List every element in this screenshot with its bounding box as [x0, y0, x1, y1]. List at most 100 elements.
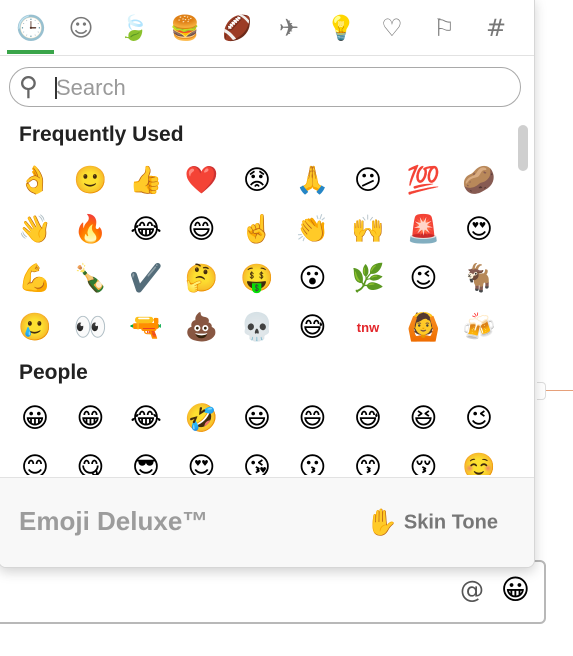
emoji-button[interactable]: tnw — [350, 310, 386, 346]
flag-icon: ⚐ — [433, 14, 455, 42]
emoji-button[interactable]: ❤️ — [184, 163, 220, 199]
search-icon: ⚲ — [19, 72, 39, 102]
background-divider-line — [545, 390, 573, 391]
emoji-button[interactable]: 😂 — [128, 401, 164, 437]
heart-icon: ♡ — [381, 14, 403, 42]
emoji-button[interactable]: 😮 — [295, 261, 331, 297]
emoji-row: 😊 😋 😎 😍 😘 😗 😙 😚 ☺️ — [17, 450, 507, 475]
skin-tone-button[interactable]: ✋ Skin Tone — [366, 508, 498, 538]
emoji-button[interactable]: 🍾 — [73, 261, 109, 297]
emoji-button[interactable]: 💩 — [184, 310, 220, 346]
emoji-button[interactable]: 😂 — [128, 212, 164, 248]
emoji-button[interactable]: 👌 — [17, 163, 53, 199]
emoji-row: 🥲 👀 🔫 💩 💀 😅 tnw 🙆 🍻 — [17, 310, 507, 354]
tab-objects[interactable]: 💡 — [321, 9, 361, 49]
emoji-button[interactable]: 🔥 — [73, 212, 109, 248]
active-tab-indicator — [7, 50, 54, 54]
search-input[interactable] — [54, 73, 508, 103]
burger-icon: 🍔 — [170, 14, 200, 42]
emoji-button[interactable]: 😚 — [406, 450, 442, 475]
tab-flags[interactable]: ⚐ — [424, 9, 464, 49]
emoji-button[interactable]: 💯 — [406, 163, 442, 199]
emoji-button[interactable]: 🤔 — [184, 261, 220, 297]
emoji-button[interactable]: 🥲 — [17, 310, 53, 346]
emoji-row: 👋 🔥 😂 😄 ☝️ 👏 🙌 🚨 😍 — [17, 212, 507, 256]
emoji-button[interactable]: 💪 — [17, 261, 53, 297]
emoji-button[interactable]: 🚨 — [406, 212, 442, 248]
lightbulb-icon: 💡 — [326, 14, 356, 42]
emoji-button[interactable]: 😊 — [17, 450, 53, 475]
emoji-button[interactable]: 😅 — [295, 310, 331, 346]
tab-travel[interactable]: ✈ — [269, 9, 309, 49]
scrollbar-thumb[interactable] — [518, 125, 528, 171]
mention-button[interactable]: @ — [460, 576, 484, 604]
emoji-button[interactable]: 🥔 — [461, 163, 497, 199]
emoji-button[interactable]: 😄 — [184, 212, 220, 248]
emoji-button[interactable]: 🙆 — [406, 310, 442, 346]
tab-food[interactable]: 🍔 — [165, 9, 205, 49]
skin-tone-label: Skin Tone — [403, 511, 498, 534]
emoji-button[interactable]: 🔫 — [128, 310, 164, 346]
emoji-button[interactable]: 😉 — [406, 261, 442, 297]
emoji-button[interactable]: ✔️ — [128, 261, 164, 297]
emoji-list[interactable]: Frequently Used 👌 🙂 👍 ❤️ 😟 🙏 😕 💯 🥔 👋 🔥 😂 😄 ☝️ 👏 🙌 🚨 😍 💪 🍾 ✔️ 🤔… — [0, 115, 513, 475]
emoji-button[interactable]: 😆 — [406, 401, 442, 437]
emoji-button[interactable]: 👋 — [17, 212, 53, 248]
emoji-button[interactable]: 😎 — [128, 450, 164, 475]
emoji-button[interactable]: 😄 — [295, 401, 331, 437]
leaf-icon: 🍃 — [119, 14, 149, 42]
section-title: People — [19, 361, 88, 384]
clock-icon: 🕒 — [16, 14, 46, 42]
emoji-button[interactable]: 👏 — [295, 212, 331, 248]
emoji-row: 💪 🍾 ✔️ 🤔 🤑 😮 🌿 😉 🐐 — [17, 261, 507, 305]
emoji-button[interactable]: 😙 — [350, 450, 386, 475]
raised-hand-icon: ✋ — [365, 508, 398, 538]
emoji-button[interactable]: 😋 — [73, 450, 109, 475]
emoji-button[interactable]: 😉 — [461, 401, 497, 437]
picker-title: Emoji Deluxe™ — [19, 506, 209, 536]
emoji-picker: 🕒 ☺ 🍃 🍔 🏈 ✈ 💡 ♡ ⚐ # ⚲ Frequently Used 👌 🙂 👍… — [0, 0, 535, 568]
emoji-button[interactable]: 😘 — [239, 450, 275, 475]
picker-footer: Emoji Deluxe™ ✋ Skin Tone — [0, 477, 534, 567]
emoji-button[interactable]: ☝️ — [239, 212, 275, 248]
emoji-button[interactable]: 🍻 — [461, 310, 497, 346]
emoji-button[interactable]: 🙏 — [295, 163, 331, 199]
emoji-row: 👌 🙂 👍 ❤️ 😟 🙏 😕 💯 🥔 — [17, 163, 507, 207]
emoji-button[interactable]: 😃 — [239, 401, 275, 437]
emoji-button[interactable]: 😍 — [461, 212, 497, 248]
scrollbar-track[interactable] — [517, 123, 529, 473]
emoji-button[interactable]: 🙌 — [350, 212, 386, 248]
emoji-button[interactable]: 😀 — [17, 401, 53, 437]
tab-custom[interactable]: # — [476, 9, 516, 49]
emoji-button[interactable]: 😅 — [350, 401, 386, 437]
emoji-row: 😀 😁 😂 🤣 😃 😄 😅 😆 😉 — [17, 401, 507, 445]
tab-activity[interactable]: 🏈 — [217, 9, 257, 49]
emoji-button[interactable]: 🤣 — [184, 401, 220, 437]
emoji-button[interactable]: 👍 — [128, 163, 164, 199]
search-box: ⚲ — [9, 67, 521, 107]
emoji-button[interactable]: 😟 — [239, 163, 275, 199]
emoji-button[interactable]: 😕 — [350, 163, 386, 199]
emoji-button[interactable]: 👀 — [73, 310, 109, 346]
category-tabs: 🕒 ☺ 🍃 🍔 🏈 ✈ 💡 ♡ ⚐ # — [0, 0, 534, 56]
tab-recent[interactable]: 🕒 — [11, 9, 51, 49]
emoji-button[interactable]: 😗 — [295, 450, 331, 475]
emoji-button[interactable]: 🤑 — [239, 261, 275, 297]
tab-nature[interactable]: 🍃 — [114, 9, 154, 49]
tab-symbols[interactable]: ♡ — [372, 9, 412, 49]
emoji-button[interactable]: 🌿 — [350, 261, 386, 297]
emoji-button[interactable]: ☺️ — [461, 450, 497, 475]
emoji-button[interactable]: 💀 — [239, 310, 275, 346]
emoji-button[interactable]: 😍 — [184, 450, 220, 475]
section-title: Frequently Used — [19, 123, 184, 146]
emoji-button[interactable]: 😁 — [73, 401, 109, 437]
football-icon: 🏈 — [222, 14, 252, 42]
message-input[interactable]: @ 😀 — [0, 560, 546, 624]
emoji-button[interactable]: 🙂 — [73, 163, 109, 199]
emoji-button[interactable]: 🐐 — [461, 261, 497, 297]
tab-smileys[interactable]: ☺ — [61, 9, 101, 49]
background-handle — [537, 382, 546, 400]
emoji-picker-button[interactable]: 😀 — [501, 574, 530, 606]
text-caret — [55, 77, 57, 99]
hashtag-icon: # — [485, 14, 507, 42]
